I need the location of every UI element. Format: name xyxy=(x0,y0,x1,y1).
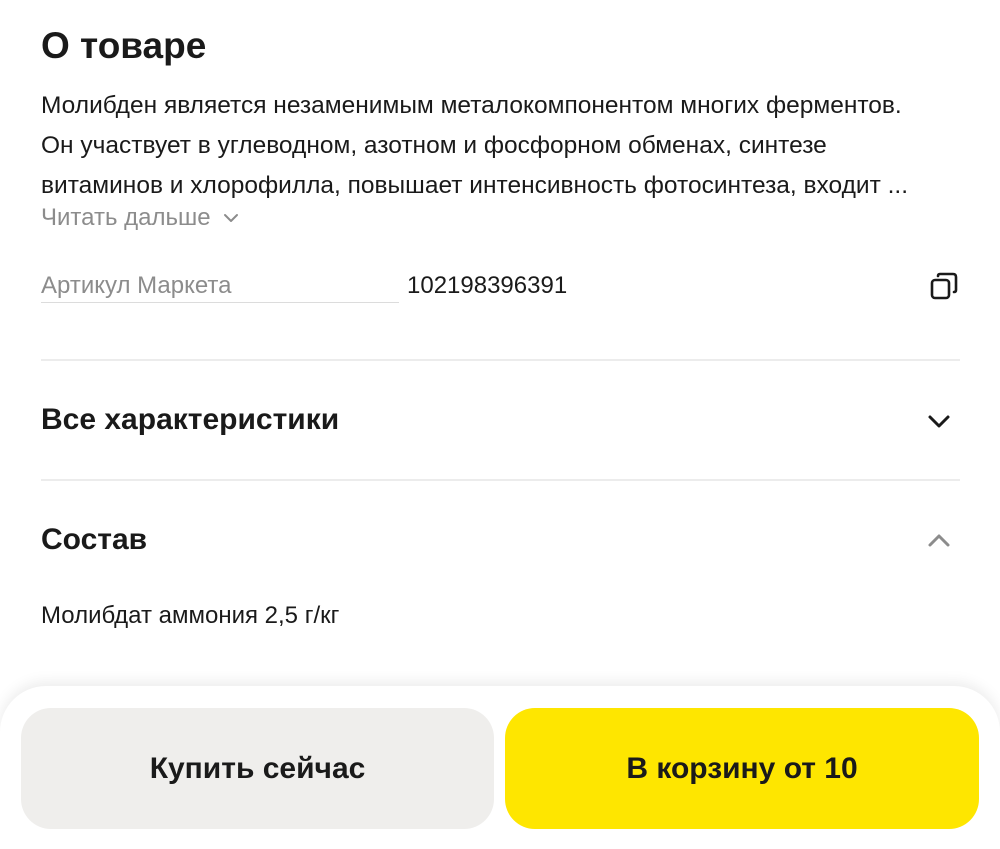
accordion-composition[interactable]: Состав xyxy=(41,510,960,570)
about-product-title: О товаре xyxy=(41,25,207,66)
product-description: Молибден является незаменимым металокомп… xyxy=(41,86,961,206)
description-line: Он участвует в углеводном, азотном и фос… xyxy=(41,132,827,159)
copy-icon xyxy=(930,272,958,300)
divider xyxy=(41,479,960,481)
copy-sku-button[interactable] xyxy=(928,270,960,302)
buy-now-button[interactable]: Купить сейчас xyxy=(21,708,494,829)
bottom-action-bar: Купить сейчас В корзину от 10 xyxy=(0,686,1000,849)
accordion-title: Все характеристики xyxy=(41,403,340,436)
divider xyxy=(41,359,960,361)
sku-row: Артикул Маркета 102198396391 xyxy=(41,266,960,310)
accordion-title: Состав xyxy=(41,523,148,556)
sku-label: Артикул Маркета xyxy=(41,270,399,303)
add-to-cart-button[interactable]: В корзину от 10 xyxy=(505,708,979,829)
sku-value: 102198396391 xyxy=(407,272,568,299)
description-line: Молибден является незаменимым металокомп… xyxy=(41,92,902,119)
composition-text: Молибдат аммония 2,5 г/кг xyxy=(41,602,340,629)
read-more-link[interactable]: Читать дальше xyxy=(41,200,239,236)
chevron-down-icon xyxy=(928,415,950,428)
accordion-all-specs[interactable]: Все характеристики xyxy=(41,390,960,450)
product-page: О товаре Молибден является незаменимым м… xyxy=(0,0,1000,849)
read-more-label: Читать дальше xyxy=(41,204,211,231)
chevron-down-icon xyxy=(223,214,238,222)
chevron-up-icon xyxy=(928,534,950,547)
